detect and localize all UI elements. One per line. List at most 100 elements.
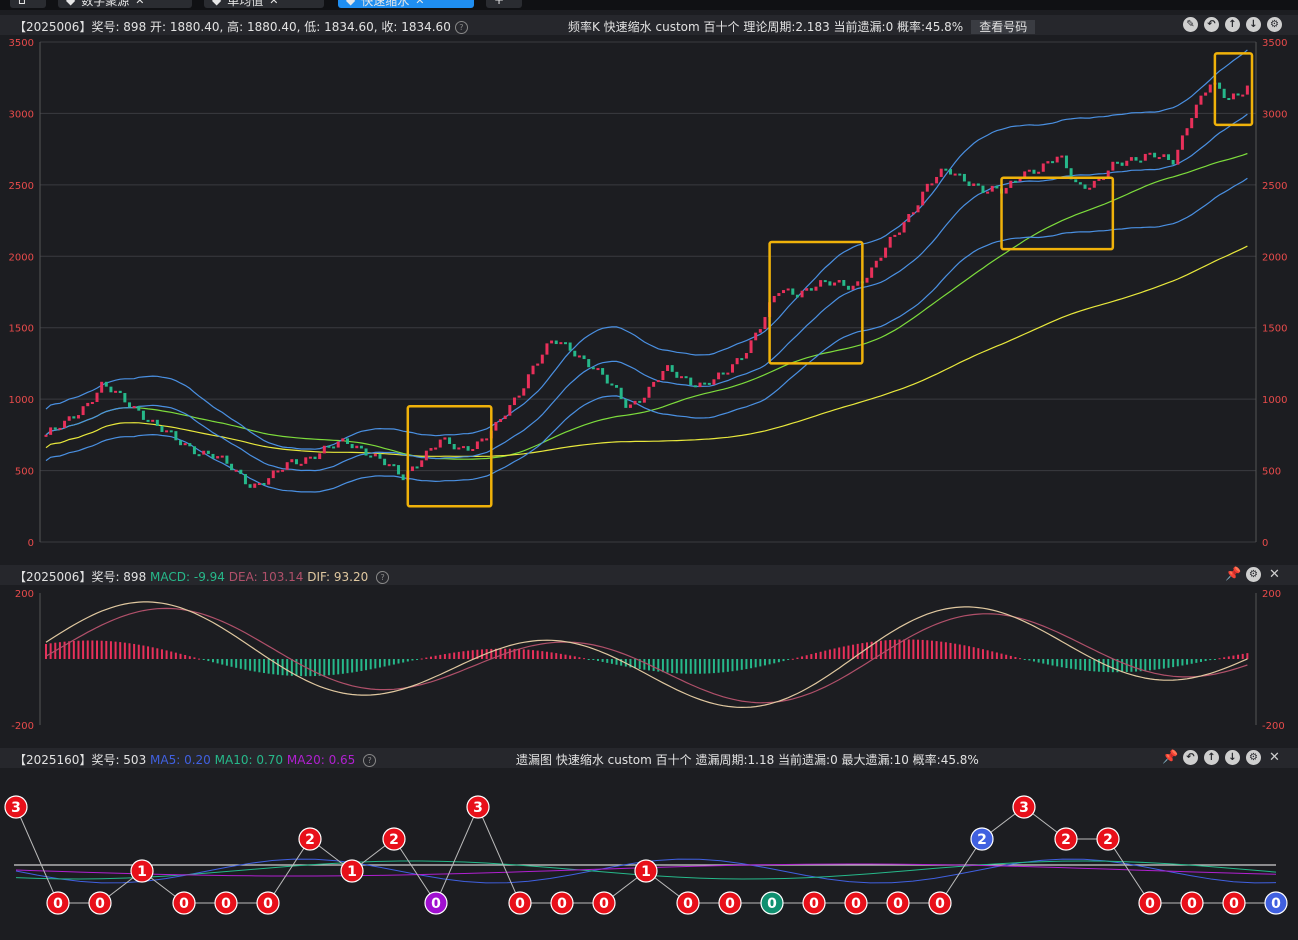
candle	[1078, 182, 1082, 185]
candle	[216, 456, 220, 459]
close-icon[interactable]: ✕	[135, 0, 144, 7]
candle	[605, 374, 609, 384]
gear-icon[interactable]: ⚙	[1246, 567, 1261, 582]
chevron-down-icon: ◆	[66, 0, 76, 7]
y-tick-right: 2500	[1262, 181, 1287, 192]
candle	[786, 288, 790, 291]
help-icon[interactable]: ?	[363, 754, 377, 767]
macd-bar	[1079, 659, 1082, 670]
undo-icon[interactable]: ↶	[1204, 17, 1219, 32]
candle	[95, 392, 99, 403]
macd-bar	[532, 650, 535, 659]
macd-bar	[360, 659, 363, 672]
candle	[837, 279, 841, 283]
macd-bar	[791, 658, 794, 660]
candle	[141, 410, 145, 420]
candle	[1134, 157, 1138, 161]
candle	[369, 455, 373, 458]
macd-bar	[981, 649, 984, 659]
macd-bar	[1125, 659, 1128, 673]
macd-bar	[332, 659, 335, 675]
candle	[661, 371, 665, 381]
omit-node-label: 3	[1019, 800, 1029, 816]
omit-node-label: 0	[53, 896, 63, 912]
help-icon[interactable]: ?	[454, 21, 468, 34]
macd-bar	[411, 659, 414, 661]
candle	[151, 419, 155, 422]
macd-bar	[777, 659, 780, 663]
close-icon[interactable]: ✕	[1267, 567, 1282, 582]
macd-bar	[425, 657, 428, 659]
candle	[443, 437, 447, 440]
macd-bar	[1153, 659, 1156, 670]
candle	[902, 222, 906, 233]
macd-bar	[49, 643, 52, 659]
help-icon[interactable]: ?	[376, 571, 390, 584]
candle	[104, 381, 108, 387]
candle	[916, 205, 920, 213]
macd-bar	[661, 659, 664, 673]
arrow-up-icon[interactable]: ↑	[1204, 750, 1219, 765]
arrow-up-icon[interactable]: ↑	[1225, 17, 1240, 32]
dea-value: DEA: 103.14	[228, 570, 304, 584]
ma-yellow-line	[45, 245, 1248, 457]
candle	[1153, 152, 1157, 158]
pin-icon[interactable]: 📌	[1225, 567, 1241, 582]
query-button[interactable]: 查看号码	[971, 20, 1036, 34]
dea-line	[45, 607, 1248, 704]
tab-danjunzhi[interactable]: ◆ 单均值 ✕	[204, 0, 324, 8]
macd-bar	[731, 659, 734, 672]
gear-icon[interactable]: ⚙	[1267, 17, 1282, 32]
candle	[907, 214, 911, 223]
macd-bar	[1070, 659, 1073, 669]
omit-node-label: 0	[893, 896, 903, 912]
tab-shuzi[interactable]: ◆ 数字聚源 ✕	[58, 0, 192, 8]
candle	[703, 382, 707, 385]
y-tick-left: 1000	[9, 395, 34, 406]
y-tick-left: 3500	[9, 38, 34, 49]
candle	[656, 380, 660, 383]
macd-bar	[536, 650, 539, 659]
close-icon[interactable]: ✕	[415, 0, 424, 7]
candle	[183, 443, 187, 446]
omit-header: 【2025160】奖号: 503 MA5: 0.20 MA10: 0.70 MA…	[0, 748, 1298, 768]
tab-home[interactable]: ⌂	[10, 0, 46, 8]
tab-kuaisu[interactable]: ◆ 快速缩水 ✕	[338, 0, 474, 8]
close-icon[interactable]: ✕	[269, 0, 278, 7]
arrow-down-icon[interactable]: ↓	[1225, 750, 1240, 765]
macd-bar	[1019, 658, 1022, 660]
macd-bar	[1190, 659, 1193, 664]
candle	[359, 445, 363, 449]
tab-add[interactable]: +	[486, 0, 522, 8]
candle	[689, 377, 693, 386]
macd-bar	[323, 659, 326, 676]
macd-bar	[736, 659, 739, 671]
undo-icon[interactable]: ↶	[1183, 750, 1198, 765]
macd-bar	[72, 640, 75, 659]
dif-line	[45, 601, 1248, 709]
edit-icon[interactable]: ✎	[1183, 17, 1198, 32]
candle	[1185, 128, 1189, 136]
gear-icon[interactable]: ⚙	[1246, 750, 1261, 765]
candle	[1227, 98, 1231, 101]
candle	[1027, 169, 1031, 172]
chevron-down-icon: ◆	[346, 0, 356, 7]
macd-bar	[1237, 654, 1240, 659]
candle	[949, 169, 952, 175]
macd-bar	[96, 640, 99, 659]
macd-bar	[1111, 659, 1114, 673]
omit-toolbar: 📌 ↶ ↑ ↓ ⚙ ✕	[1162, 750, 1282, 765]
candle	[1236, 93, 1240, 96]
arrow-down-icon[interactable]: ↓	[1246, 17, 1261, 32]
kline-header: 【2025006】奖号: 898 开: 1880.40, 高: 1880.40,…	[0, 15, 1298, 35]
macd-bar	[365, 659, 368, 671]
close-icon[interactable]: ✕	[1267, 750, 1282, 765]
macd-bar	[397, 659, 400, 664]
candle	[346, 438, 349, 444]
candle	[1148, 152, 1152, 155]
macd-bar	[903, 639, 906, 659]
macd-bar	[137, 644, 140, 659]
candle	[596, 368, 600, 371]
chevron-down-icon: ◆	[212, 0, 222, 7]
pin-icon[interactable]: 📌	[1162, 750, 1178, 765]
